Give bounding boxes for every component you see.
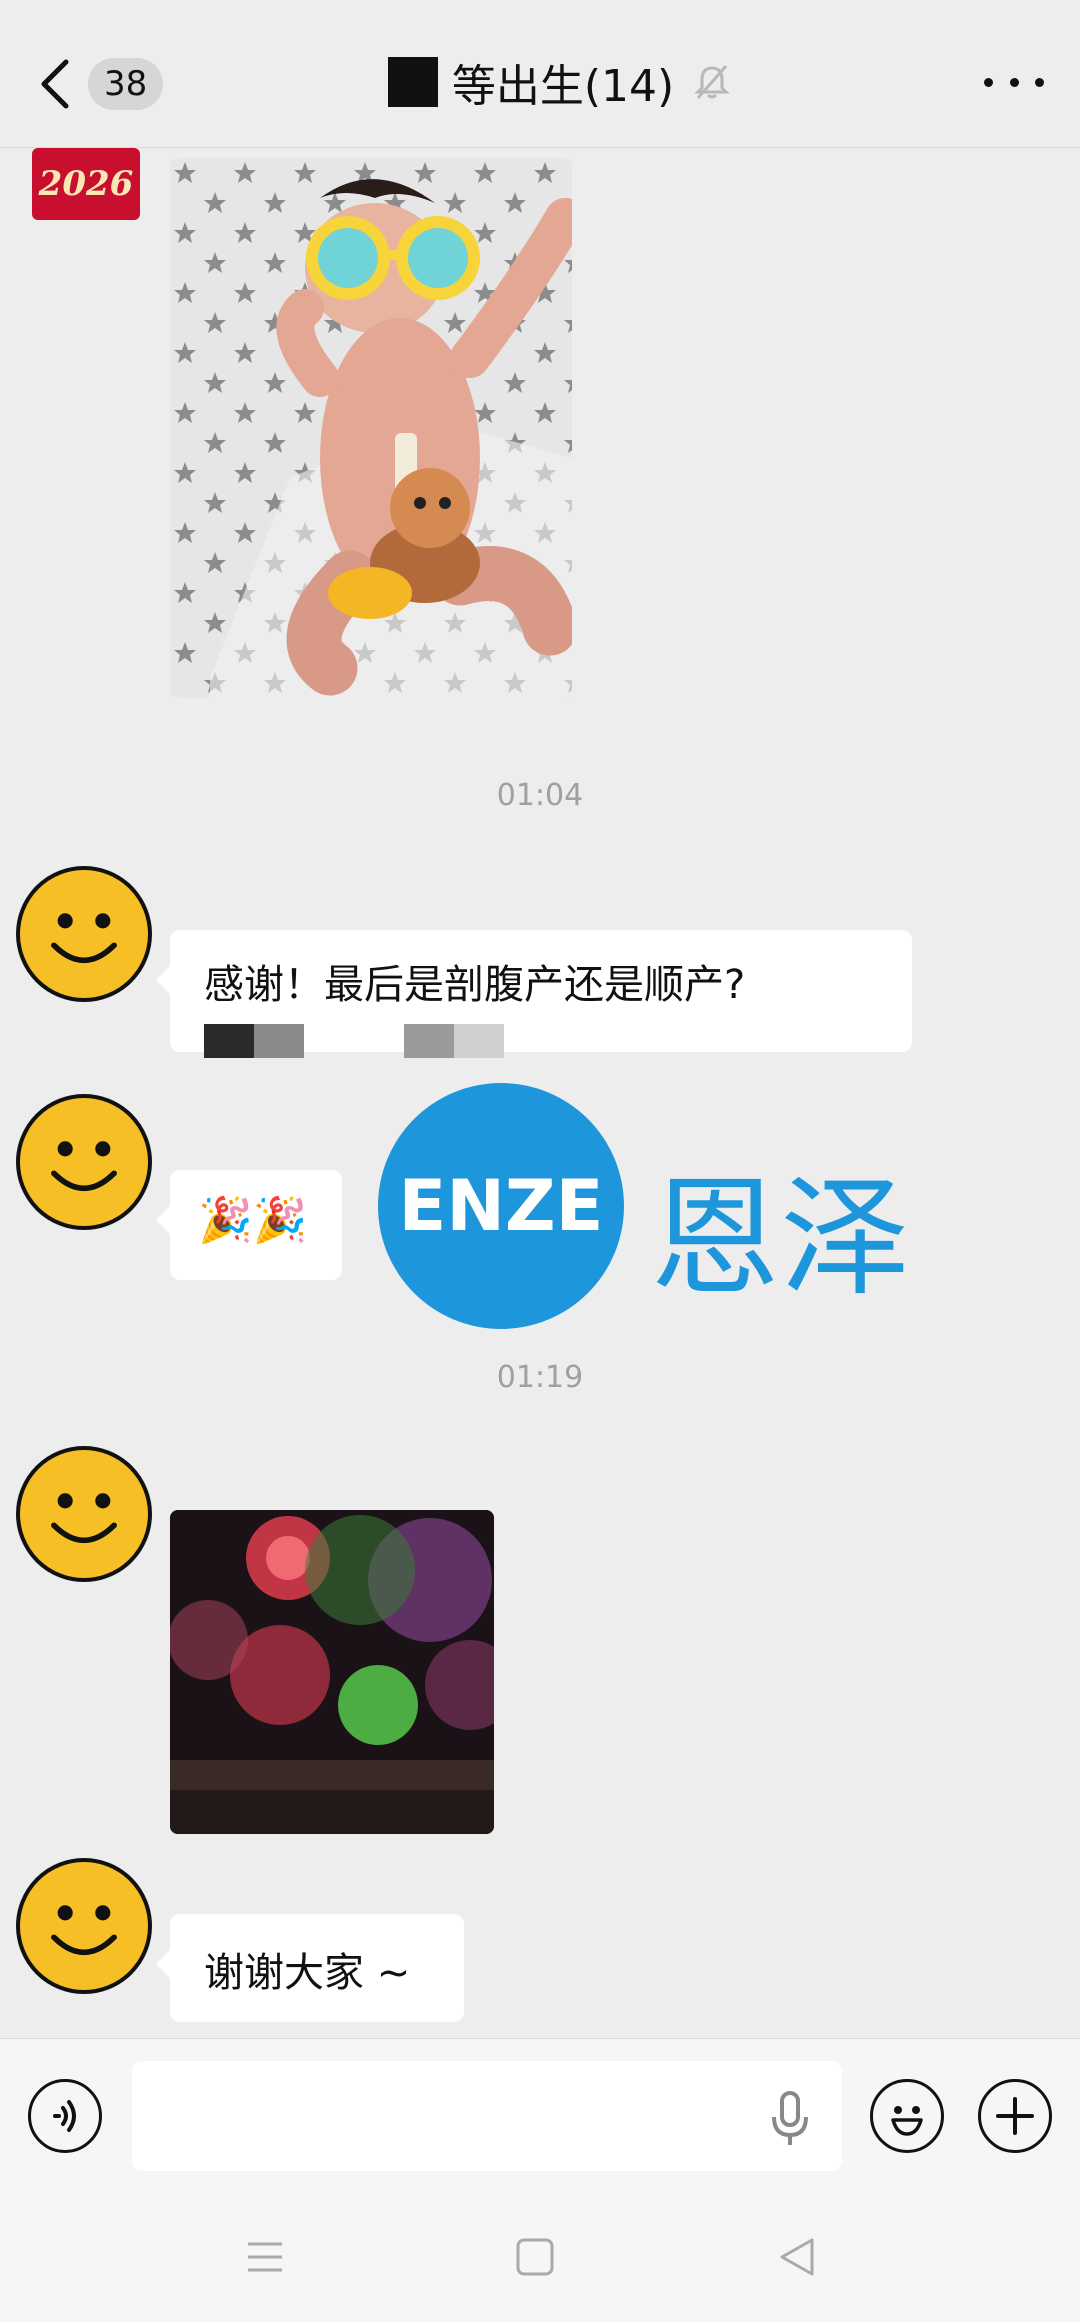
smiley-face-icon — [51, 1493, 117, 1543]
image-message-fireworks[interactable] — [170, 1510, 494, 1834]
back-triangle-icon[interactable] — [772, 2232, 822, 2282]
avatar[interactable] — [16, 1094, 152, 1230]
avatar[interactable]: 2026 — [32, 148, 140, 220]
more-options-button[interactable] — [984, 62, 1044, 102]
redacted-block — [387, 57, 438, 107]
bell-off-icon — [694, 65, 730, 99]
input-bar — [0, 2038, 1080, 2192]
plus-icon — [996, 2097, 1034, 2135]
emoji-button[interactable] — [870, 2079, 944, 2153]
voice-toggle-button[interactable] — [28, 2079, 102, 2153]
more-functions-button[interactable] — [978, 2079, 1052, 2153]
voice-icon — [53, 2100, 76, 2132]
more-dots-icon — [984, 77, 993, 87]
text-message-bubble[interactable]: 感谢！最后是剖腹产还是顺产? — [156, 930, 912, 1058]
menu-icon[interactable] — [240, 2232, 290, 2282]
chat-title[interactable]: 等出生(14) — [300, 46, 820, 118]
message-timestamp: 01:04 — [496, 778, 584, 813]
chevron-left-icon — [41, 59, 69, 109]
redacted-text — [204, 1024, 878, 1058]
system-nav-bar — [0, 2192, 1080, 2322]
message-text: 感谢！最后是剖腹产还是顺产? — [204, 962, 746, 1008]
emoji-icon — [891, 2106, 923, 2136]
avatar[interactable] — [16, 1858, 152, 1994]
smiley-face-icon — [51, 1141, 117, 1191]
back-button[interactable]: 38 — [36, 52, 166, 116]
smiley-face-icon — [51, 1905, 117, 1955]
emoji-message-bubble[interactable]: 🎉🎉 — [156, 1170, 342, 1280]
smiley-face-icon — [51, 913, 117, 963]
home-icon[interactable] — [510, 2232, 560, 2282]
party-popper-emoji: 🎉🎉 — [198, 1195, 308, 1246]
message-input[interactable] — [132, 2061, 842, 2171]
watermark-text: 恩泽 — [650, 1162, 911, 1314]
avatar[interactable] — [16, 1446, 152, 1582]
watermark-logo: ENZE — [378, 1083, 624, 1329]
text-message-bubble[interactable]: 谢谢大家 ~ — [156, 1914, 464, 2022]
group-name: 等出生(14) — [451, 61, 675, 112]
message-list[interactable]: 2026 01:04 感谢！最后是剖腹产还是顺产? 🎉🎉 ENZE 恩泽 01:… — [0, 148, 1080, 2038]
message-text: 谢谢大家 ~ — [204, 1950, 411, 1996]
chat-header: 38 等出生(14) — [0, 0, 1080, 148]
image-message-baby[interactable] — [170, 158, 572, 698]
message-timestamp: 01:19 — [496, 1360, 584, 1395]
unread-count-badge: 38 — [88, 58, 164, 110]
mic-icon[interactable] — [770, 2091, 810, 2147]
avatar[interactable] — [16, 866, 152, 1002]
